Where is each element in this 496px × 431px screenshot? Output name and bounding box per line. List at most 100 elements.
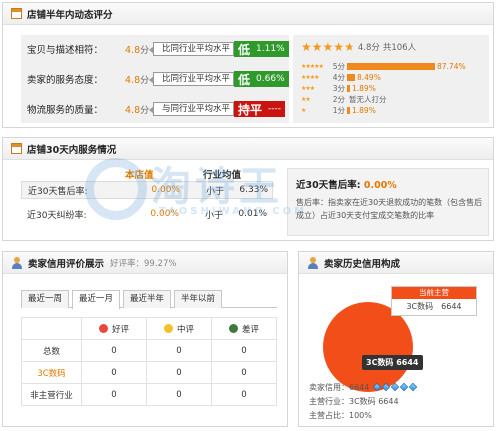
cell-bad: 0 [211, 361, 277, 384]
diamond-icon [391, 382, 400, 392]
service-panel: 店铺30天内服务情况 本店值 行业均值 近30天售后率: 0.00% 小于 6.… [2, 137, 494, 241]
diamond-icon [382, 382, 391, 392]
distribution-percent: 1.89% [352, 83, 376, 93]
rating-row-service: 卖家的服务态度： 4.8分 比同行业平均水平 低 0.66% [27, 71, 289, 87]
star-rating-icon: ★★ [301, 95, 311, 103]
current-main-tag: 当前主营 3C数码 6644 [391, 286, 477, 316]
main-industry-row: 主营行业： 3C数码 6644 [309, 396, 399, 406]
star-icon: ★ [311, 40, 323, 54]
distribution-row: ★ 1分 1.89% [301, 105, 376, 115]
bad-review-icon [228, 323, 238, 333]
neutral-review-icon [163, 323, 173, 333]
rating-row-logistics: 物流服务的质量： 4.8分 与同行业平均水平 持平 ---- [27, 101, 286, 117]
star-icon: ★ [333, 40, 345, 54]
distribution-row: ★★★★ 4分 8.49% [301, 72, 381, 82]
panel-title: 店铺半年内动态评分 [27, 9, 113, 21]
compare-text: 比同行业平均水平 [148, 42, 235, 56]
rating-label: 宝贝与描述相符： [27, 45, 104, 56]
distribution-row: ★★★ 3分 1.89% [301, 83, 376, 93]
rating-distribution-box: ★ ★ ★ ★ ★ 4.8分 共106人 ★★★★★ 5分 87.74% ★★★★ 4分… [293, 35, 489, 123]
rating-compare: 比同行业平均水平 低 0.66% [148, 71, 289, 87]
seller-icon [307, 256, 319, 269]
cell-neutral: 0 [146, 361, 212, 384]
star-rating-icon: ★★★★★ [301, 62, 324, 70]
service-row: 近30天纠纷率: 0.00% 小于 0.01% [21, 205, 273, 223]
row-shop-value: 0.00% [151, 185, 180, 195]
cell-good: 0 [81, 383, 147, 406]
cell-neutral: 0 [146, 339, 212, 362]
rating-label: 物流服务的质量： [27, 105, 104, 116]
compare-badge: 持平 ---- [234, 101, 286, 117]
distribution-bar [347, 106, 350, 114]
summary-count: 共106人 [382, 43, 417, 53]
rating-compare: 与同行业平均水平 持平 ---- [148, 101, 286, 117]
row-label[interactable]: 3C数码 [21, 361, 82, 384]
good-review-icon [98, 323, 108, 333]
distribution-label: 2分 [332, 94, 345, 104]
panel-title: 卖家信用评价展示 [28, 258, 105, 270]
panel-title: 卖家历史信用构成 [324, 258, 401, 270]
rating-compare: 比同行业平均水平 低 1.11% [148, 41, 289, 57]
summary-score: 4.8分 [357, 43, 380, 53]
distribution-percent: 8.49% [357, 72, 381, 82]
rating-label: 卖家的服务态度： [27, 75, 104, 86]
table-row: 非主营行业 0 0 0 [21, 383, 277, 406]
row-industry-value: 6.33% [239, 185, 268, 195]
table-header-row: 好评 中评 差评 [21, 317, 277, 340]
credit-history-header: 卖家历史信用构成 [299, 252, 493, 274]
review-table: 好评 中评 差评 总数 0 0 0 3C数码 0 0 0 非主营行业 0 0 0 [21, 317, 277, 406]
row-compare: 小于 [204, 210, 223, 221]
calendar-icon [11, 8, 22, 19]
current-main-value: 3C数码 6644 [406, 302, 462, 311]
distribution-bar [347, 62, 435, 70]
calendar-icon [11, 143, 22, 154]
dynamic-rating-panel: 店铺半年内动态评分 宝贝与描述相符： 4.8分 比同行业平均水平 低 1.11% … [2, 2, 494, 128]
cell-bad: 0 [211, 339, 277, 362]
tab-last-half-year[interactable]: 最近半年 [123, 290, 172, 308]
cell-good: 0 [81, 361, 147, 384]
current-main-label: 当前主营 [392, 287, 476, 299]
header-good: 好评 [81, 317, 147, 340]
table-row: 3C数码 0 0 0 [21, 361, 277, 384]
main-share-row: 主营占比： 100% [309, 410, 372, 420]
credit-review-header: 卖家信用评价展示 好评率：99.27% [3, 252, 287, 274]
distribution-row: ★★★★★ 5分 87.74% [301, 61, 466, 71]
distribution-label: 5分 [332, 61, 345, 71]
distribution-label: 4分 [332, 72, 345, 82]
summary-stars: ★ ★ ★ ★ ★ 4.8分 共106人 [301, 41, 416, 53]
compare-text: 比同行业平均水平 [148, 72, 235, 86]
credit-review-panel: 卖家信用评价展示 好评率：99.27% 最近一周 最近一月 最近半年 半年以前 … [2, 251, 288, 427]
row-label: 非主营行业 [21, 383, 82, 406]
service-description: 近30天售后率: 0.00% 售后率：指卖家在近30天退款成功的笔数（包含售后成… [287, 168, 489, 236]
compare-badge: 低 0.66% [234, 71, 289, 87]
pie-tooltip: 3C数码 6644 [362, 355, 423, 370]
dynamic-rating-header: 店铺半年内动态评分 [3, 3, 493, 25]
cell-bad: 0 [211, 383, 277, 406]
cell-good: 0 [81, 339, 147, 362]
credit-info-row: 卖家信用： 6644 [309, 381, 418, 393]
tab-before-half-year[interactable]: 半年以前 [174, 290, 223, 308]
row-label: 总数 [21, 339, 82, 362]
row-label: 近30天售后率: [28, 186, 88, 197]
good-rate: 好评率：99.27% [110, 258, 177, 269]
distribution-label: 3分 [332, 83, 345, 93]
star-rating-icon: ★★★ [301, 84, 315, 92]
row-compare: 小于 [205, 186, 224, 197]
compare-badge: 低 1.11% [234, 41, 289, 57]
tab-last-month[interactable]: 最近一月 [72, 290, 121, 309]
distribution-percent: 1.89% [352, 105, 376, 115]
distribution-row: ★★ 2分 暂无人打分 [301, 94, 387, 104]
compare-text: 与同行业平均水平 [148, 102, 235, 116]
star-half-icon: ★ [344, 40, 355, 54]
rating-row-description: 宝贝与描述相符： 4.8分 比同行业平均水平 低 1.11% [27, 41, 289, 57]
star-rating-icon: ★ [301, 106, 306, 114]
distribution-percent: 87.74% [437, 61, 466, 71]
table-row: 总数 0 0 0 [21, 339, 277, 362]
star-rating-icon: ★★★★ [301, 73, 320, 81]
row-label: 近30天纠纷率: [27, 210, 87, 221]
service-header: 店铺30天内服务情况 [3, 138, 493, 160]
tab-last-week[interactable]: 最近一周 [21, 290, 70, 308]
credit-history-panel: 卖家历史信用构成 当前主营 3C数码 6644 3C数码 6644 卖家信用： 6… [298, 251, 494, 427]
distribution-bar [347, 84, 350, 92]
col-industry-header: 行业均值 [203, 170, 242, 181]
